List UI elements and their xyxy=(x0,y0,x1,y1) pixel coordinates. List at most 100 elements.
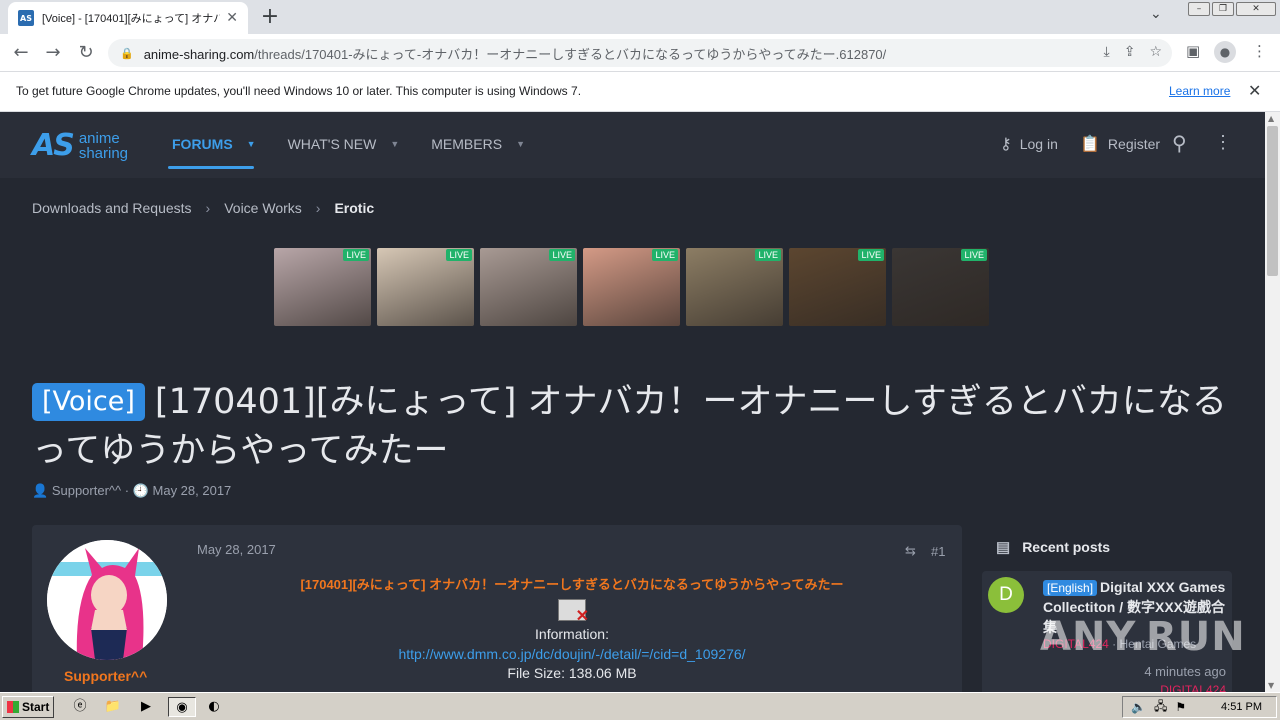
more-options-icon[interactable]: ⋮ xyxy=(1214,132,1232,153)
chrome-menu-icon[interactable]: ⋮ xyxy=(1252,42,1267,60)
infobar-message: To get future Google Chrome updates, you… xyxy=(16,84,582,98)
edge-icon[interactable]: ◐ xyxy=(204,697,224,717)
update-infobar: To get future Google Chrome updates, you… xyxy=(0,72,1280,112)
logo-text: anime sharing xyxy=(78,129,129,162)
thread-meta: 👤 Supporter^^ · 🕘 May 28, 2017 xyxy=(32,483,231,499)
back-icon[interactable]: ← xyxy=(10,42,32,64)
search-icon[interactable]: ⚲ xyxy=(1172,131,1187,156)
infobar-close-icon[interactable]: ✕ xyxy=(1248,81,1261,100)
nav-members[interactable]: MEMBERS ▼ xyxy=(431,136,525,152)
caret-down-icon[interactable]: ▼ xyxy=(516,139,525,149)
breadcrumb-item[interactable]: Erotic xyxy=(334,200,374,216)
scroll-down-icon[interactable]: ▼ xyxy=(1268,681,1274,690)
share-icon[interactable]: ⇆ xyxy=(905,544,916,559)
thread-date[interactable]: May 28, 2017 xyxy=(153,483,232,498)
anyrun-watermark: ANY.RUN xyxy=(1040,614,1246,660)
site-logo[interactable]: AS anime sharing xyxy=(32,128,128,163)
thread-prefix-badge[interactable]: [Voice] xyxy=(32,383,145,421)
live-thumbnail[interactable]: LIVE xyxy=(274,248,371,326)
live-badge: LIVE xyxy=(549,249,575,261)
windows-logo-icon xyxy=(7,701,19,713)
post-username[interactable]: Supporter^^ xyxy=(64,668,147,684)
media-player-icon[interactable]: ▶ xyxy=(136,697,156,717)
main-nav: FORUMS ▼ WHAT'S NEW ▼ MEMBERS ▼ xyxy=(168,136,557,169)
thread-title-text: [170401][みにょって] オナバカ！ーオナニーしすぎるとバカになるってゆう… xyxy=(32,382,1227,471)
tab-close-icon[interactable]: ✕ xyxy=(226,10,238,26)
broken-image-icon: ✕ xyxy=(558,599,589,625)
file-size: File Size: 138.06 MB xyxy=(507,665,637,681)
clock[interactable]: 4:51 PM xyxy=(1221,701,1262,713)
side-panel-icon[interactable]: ▣ xyxy=(1186,42,1200,60)
learn-more-link[interactable]: Learn more xyxy=(1169,84,1230,98)
clipboard-icon: 📋 xyxy=(1080,136,1100,153)
breadcrumb-item[interactable]: Downloads and Requests xyxy=(32,200,192,216)
information-label: Information: xyxy=(535,626,609,642)
register-link[interactable]: 📋 Register xyxy=(1080,134,1160,154)
profile-avatar-icon[interactable]: ● xyxy=(1214,41,1236,63)
network-icon[interactable]: 🖧 xyxy=(1154,697,1167,718)
live-thumbnail[interactable]: LIVE xyxy=(686,248,783,326)
live-thumbnail[interactable]: LIVE xyxy=(583,248,680,326)
recent-post-last-user[interactable]: DIGITAL424 xyxy=(1160,683,1226,692)
tab-title: [Voice] - [170401][みにょって] オナバカ！ーオナニーしすぎる… xyxy=(42,13,221,25)
avatar[interactable]: D xyxy=(988,577,1024,613)
chevron-right-icon: › xyxy=(205,200,211,216)
forward-icon[interactable]: → xyxy=(42,42,64,64)
bookmark-star-icon[interactable]: ☆ xyxy=(1149,44,1162,60)
scroll-thumb[interactable] xyxy=(1267,126,1278,276)
install-icon[interactable]: ⤓ xyxy=(1104,44,1110,60)
minimize-icon[interactable]: – xyxy=(1188,2,1210,16)
nav-forums[interactable]: FORUMS ▼ xyxy=(168,136,256,169)
new-tab-icon[interactable]: + xyxy=(258,4,282,30)
caret-down-icon[interactable]: ▼ xyxy=(390,139,399,149)
live-thumbnail[interactable]: LIVE xyxy=(892,248,989,326)
live-badge: LIVE xyxy=(652,249,678,261)
live-thumbnail[interactable]: LIVE xyxy=(789,248,886,326)
recent-posts-header: ▤ Recent posts xyxy=(996,539,1111,556)
chrome-taskbar-icon[interactable]: ◉ xyxy=(168,697,196,717)
live-badge: LIVE xyxy=(755,249,781,261)
dmm-link[interactable]: http://www.dmm.co.jp/dc/doujin/-/detail/… xyxy=(197,644,947,664)
clock-icon: 🕘 xyxy=(132,483,149,498)
login-link[interactable]: ⚷ Log in xyxy=(1000,134,1058,154)
meta-separator: · xyxy=(124,483,130,498)
browser-tab[interactable]: AS [Voice] - [170401][みにょって] オナバカ！ーオナニーし… xyxy=(8,2,248,34)
restore-icon[interactable]: ❐ xyxy=(1212,2,1234,16)
tab-search-chevron-icon[interactable]: ⌄ xyxy=(1150,6,1162,22)
lock-icon[interactable]: 🔒 xyxy=(120,47,134,60)
live-thumbnail[interactable]: LIVE xyxy=(480,248,577,326)
caret-down-icon[interactable]: ▼ xyxy=(247,139,256,149)
live-badge: LIVE xyxy=(961,249,987,261)
ie-icon[interactable]: ⓔ xyxy=(70,697,90,717)
page-title: [Voice] [170401][みにょって] オナバカ！ーオナニーしすぎるとバカ… xyxy=(32,378,1232,476)
live-cam-strip: LIVE LIVE LIVE LIVE LIVE LIVE LIVE xyxy=(274,248,989,326)
page-scrollbar[interactable]: ▲ ▼ xyxy=(1265,112,1280,692)
windows-taskbar: Start ⓔ 📁 ▶ ◉ ◐ 🔈 🖧 ⚑ 4:51 PM xyxy=(0,692,1280,720)
window-close-icon[interactable]: ✕ xyxy=(1236,2,1276,16)
scroll-up-icon[interactable]: ▲ xyxy=(1268,114,1274,123)
thread-author[interactable]: Supporter^^ xyxy=(52,483,121,498)
reload-icon[interactable]: ↻ xyxy=(75,42,97,64)
breadcrumb-item[interactable]: Voice Works xyxy=(224,200,302,216)
live-badge: LIVE xyxy=(446,249,472,261)
browser-tab-strip: AS [Voice] - [170401][みにょって] オナバカ！ーオナニーし… xyxy=(0,0,1280,34)
avatar[interactable] xyxy=(47,540,167,660)
post-body-title: [170401][みにょって] オナバカ！ーオナニーしすぎるとバカになるってゆう… xyxy=(300,577,844,592)
volume-icon[interactable]: 🔈 xyxy=(1131,700,1146,714)
explorer-folder-icon[interactable]: 📁 xyxy=(103,697,123,717)
post-body: [170401][みにょって] オナバカ！ーオナニーしすぎるとバカになるってゆう… xyxy=(197,574,947,683)
post-number[interactable]: #1 xyxy=(931,544,945,559)
start-button[interactable]: Start xyxy=(2,696,54,718)
share-icon[interactable]: ⇪ xyxy=(1124,44,1136,60)
action-center-flag-icon[interactable]: ⚑ xyxy=(1175,700,1186,714)
logo-mark: AS xyxy=(32,128,75,163)
url-text: anime-sharing.com/threads/170401-みにょって-オ… xyxy=(143,46,887,62)
address-bar[interactable]: 🔒 anime-sharing.com/threads/170401-みにょって… xyxy=(108,39,1172,67)
browser-toolbar: ← → ↻ 🔒 anime-sharing.com/threads/170401… xyxy=(0,34,1280,72)
live-badge: LIVE xyxy=(858,249,884,261)
nav-whats-new[interactable]: WHAT'S NEW ▼ xyxy=(288,136,400,152)
recent-post-time[interactable]: 4 minutes ago xyxy=(1144,664,1226,679)
document-icon: ▤ xyxy=(996,539,1011,556)
post-date[interactable]: May 28, 2017 xyxy=(197,542,276,557)
live-thumbnail[interactable]: LIVE xyxy=(377,248,474,326)
